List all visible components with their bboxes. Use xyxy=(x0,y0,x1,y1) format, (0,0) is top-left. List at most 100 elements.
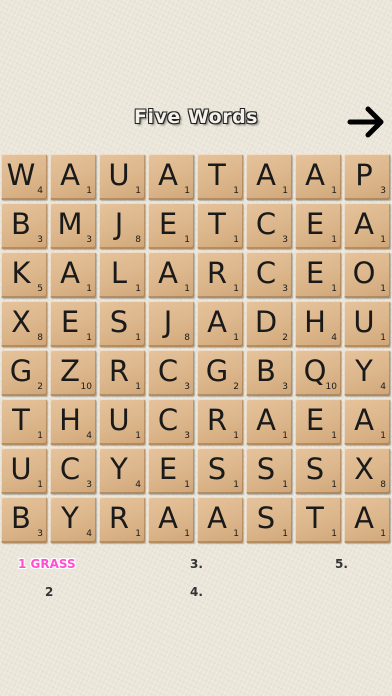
tile-points: 1 xyxy=(233,431,239,441)
letter-tile[interactable]: E1 xyxy=(148,203,194,249)
letter-tile[interactable]: A1 xyxy=(246,154,292,200)
letter-tile[interactable]: P3 xyxy=(344,154,390,200)
letter-tile[interactable]: U1 xyxy=(99,399,145,445)
tile-letter: U xyxy=(10,452,32,486)
letter-tile[interactable]: A1 xyxy=(344,399,390,445)
letter-tile[interactable]: E1 xyxy=(295,399,341,445)
letter-tile[interactable]: S1 xyxy=(99,301,145,347)
tile-letter: C xyxy=(157,354,179,388)
tile-letter: R xyxy=(108,501,130,535)
letter-tile[interactable]: U1 xyxy=(99,154,145,200)
letter-tile[interactable]: T1 xyxy=(197,203,243,249)
tile-letter: B xyxy=(11,207,31,241)
letter-tile[interactable]: D2 xyxy=(246,301,292,347)
letter-tile[interactable]: Z 10 xyxy=(50,350,96,396)
letter-tile[interactable]: B3 xyxy=(246,350,292,396)
letter-tile[interactable]: B3 xyxy=(1,203,47,249)
tile-points: 3 xyxy=(282,382,288,392)
tile-points: 1 xyxy=(135,284,141,294)
letter-tile[interactable]: M3 xyxy=(50,203,96,249)
letter-tile[interactable]: S1 xyxy=(246,448,292,494)
tile-letter: G xyxy=(9,354,33,388)
tile-points: 1 xyxy=(233,529,239,539)
letter-tile[interactable]: A1 xyxy=(197,497,243,543)
letter-tile[interactable]: A1 xyxy=(148,154,194,200)
tile-letter: E xyxy=(305,207,325,241)
tile-points: 1 xyxy=(86,333,92,343)
letter-tile[interactable]: E1 xyxy=(295,252,341,298)
letter-tile[interactable]: C3 xyxy=(246,252,292,298)
tile-points: 10 xyxy=(80,382,92,392)
letter-tile[interactable]: A1 xyxy=(246,399,292,445)
letter-tile[interactable]: X8 xyxy=(1,301,47,347)
letter-tile[interactable]: Q 10 xyxy=(295,350,341,396)
tile-letter: J xyxy=(114,207,124,241)
letter-tile[interactable]: A1 xyxy=(344,497,390,543)
letter-tile[interactable]: H4 xyxy=(295,301,341,347)
tile-letter: Y xyxy=(110,452,128,486)
letter-tile[interactable]: C3 xyxy=(246,203,292,249)
tile-letter: T xyxy=(306,501,324,535)
letter-tile[interactable]: O1 xyxy=(344,252,390,298)
tile-points: 5 xyxy=(37,284,43,294)
letter-tile[interactable]: T1 xyxy=(197,154,243,200)
letter-tile[interactable]: H4 xyxy=(50,399,96,445)
tile-letter: E xyxy=(305,403,325,437)
letter-tile[interactable]: R1 xyxy=(99,350,145,396)
letter-tile[interactable]: A1 xyxy=(148,497,194,543)
tile-points: 1 xyxy=(331,284,337,294)
letter-tile[interactable]: Y4 xyxy=(344,350,390,396)
letter-tile[interactable]: L1 xyxy=(99,252,145,298)
letter-tile[interactable]: Y4 xyxy=(99,448,145,494)
letter-tile[interactable]: A1 xyxy=(295,154,341,200)
letter-tile[interactable]: C3 xyxy=(148,399,194,445)
letter-tile[interactable]: A1 xyxy=(50,154,96,200)
tile-points: 3 xyxy=(184,382,190,392)
letter-board: W4A1U1A1T1A1A1P3B3M3J8E1T1C3E1A1K5A1L1A1… xyxy=(0,153,392,545)
letter-tile[interactable]: S1 xyxy=(197,448,243,494)
letter-tile[interactable]: C3 xyxy=(50,448,96,494)
letter-tile[interactable]: G2 xyxy=(197,350,243,396)
tile-letter: E xyxy=(158,452,178,486)
letter-tile[interactable]: T1 xyxy=(295,497,341,543)
letter-tile[interactable]: R1 xyxy=(197,399,243,445)
letter-tile[interactable]: J8 xyxy=(148,301,194,347)
letter-tile[interactable]: W4 xyxy=(1,154,47,200)
tile-letter: R xyxy=(206,403,228,437)
tile-points: 1 xyxy=(282,186,288,196)
tile-points: 4 xyxy=(135,480,141,490)
letter-tile[interactable]: A1 xyxy=(148,252,194,298)
letter-tile[interactable]: X8 xyxy=(344,448,390,494)
letter-tile[interactable]: S1 xyxy=(295,448,341,494)
letter-tile[interactable]: G2 xyxy=(1,350,47,396)
letter-tile[interactable]: A1 xyxy=(50,252,96,298)
letter-tile[interactable]: Y4 xyxy=(50,497,96,543)
letter-tile[interactable]: U1 xyxy=(1,448,47,494)
letter-tile[interactable]: E1 xyxy=(295,203,341,249)
letter-tile[interactable]: E1 xyxy=(50,301,96,347)
tile-letter: A xyxy=(158,501,178,535)
letter-tile[interactable]: R1 xyxy=(197,252,243,298)
letter-tile[interactable]: B3 xyxy=(1,497,47,543)
letter-tile[interactable]: S1 xyxy=(246,497,292,543)
letter-tile[interactable]: T1 xyxy=(1,399,47,445)
tile-points: 1 xyxy=(380,529,386,539)
letter-tile[interactable]: J8 xyxy=(99,203,145,249)
letter-tile[interactable]: A1 xyxy=(344,203,390,249)
tile-points: 1 xyxy=(86,186,92,196)
letter-tile[interactable]: K5 xyxy=(1,252,47,298)
tile-letter: W xyxy=(6,158,36,192)
letter-tile[interactable]: U1 xyxy=(344,301,390,347)
tile-letter: Y xyxy=(355,354,373,388)
tile-letter: T xyxy=(208,207,226,241)
letter-tile[interactable]: C3 xyxy=(148,350,194,396)
tile-points: 1 xyxy=(86,284,92,294)
game-title: Five Words xyxy=(134,106,258,128)
letter-tile[interactable]: R1 xyxy=(99,497,145,543)
tile-points: 1 xyxy=(233,186,239,196)
letter-tile[interactable]: E1 xyxy=(148,448,194,494)
tile-letter: X xyxy=(11,305,31,339)
next-button[interactable] xyxy=(346,102,386,142)
tile-points: 1 xyxy=(282,431,288,441)
letter-tile[interactable]: A1 xyxy=(197,301,243,347)
